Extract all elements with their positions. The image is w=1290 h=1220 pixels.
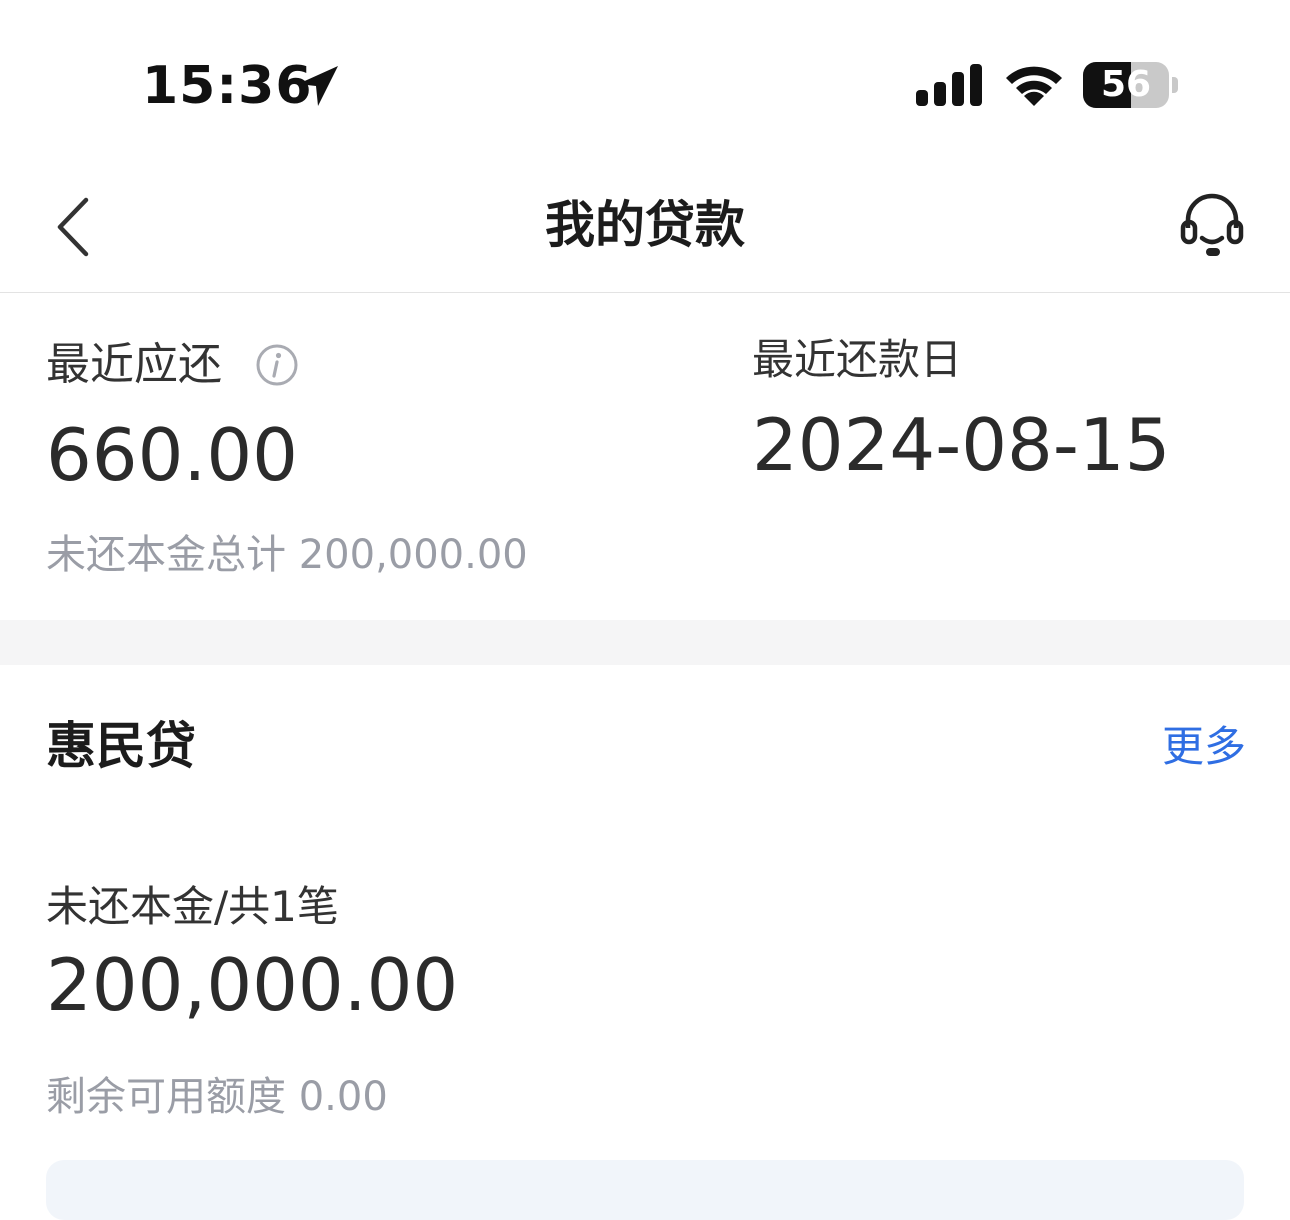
unpaid-principal-label: 未还本金/共1笔 xyxy=(46,882,339,931)
status-time: 15:36 xyxy=(142,56,313,116)
recent-due-amount: 660.00 xyxy=(46,413,298,497)
battery-level: 56 xyxy=(1100,64,1152,105)
principal-total-label: 未还本金总计 xyxy=(46,532,286,578)
headset-icon[interactable] xyxy=(1178,192,1246,260)
recent-due-label: 最近应还 xyxy=(46,339,222,390)
recent-date-label: 最近还款日 xyxy=(752,335,963,384)
location-arrow-icon xyxy=(298,66,338,106)
page-title: 我的贷款 xyxy=(545,196,745,254)
nav-divider xyxy=(0,292,1290,293)
more-link[interactable]: 更多 xyxy=(1162,720,1246,774)
battery-icon: 56 xyxy=(1083,62,1169,108)
loan-detail-panel[interactable] xyxy=(46,1160,1244,1220)
principal-total-value: 200,000.00 xyxy=(298,532,528,578)
remaining-credit-label: 剩余可用额度 xyxy=(46,1074,286,1120)
wifi-icon xyxy=(1006,66,1062,106)
cellular-signal-icon xyxy=(916,64,982,106)
unpaid-principal-amount: 200,000.00 xyxy=(46,943,459,1027)
loan-name: 惠民贷 xyxy=(46,717,196,775)
section-divider xyxy=(0,620,1290,665)
battery-cap xyxy=(1172,77,1178,93)
recent-date-value: 2024-08-15 xyxy=(752,403,1171,487)
principal-total: 未还本金总计 200,000.00 xyxy=(46,529,528,581)
chevron-left-icon[interactable] xyxy=(52,196,96,258)
remaining-credit: 剩余可用额度 0.00 xyxy=(46,1071,388,1123)
remaining-credit-value: 0.00 xyxy=(298,1074,388,1120)
info-icon[interactable] xyxy=(255,343,299,387)
